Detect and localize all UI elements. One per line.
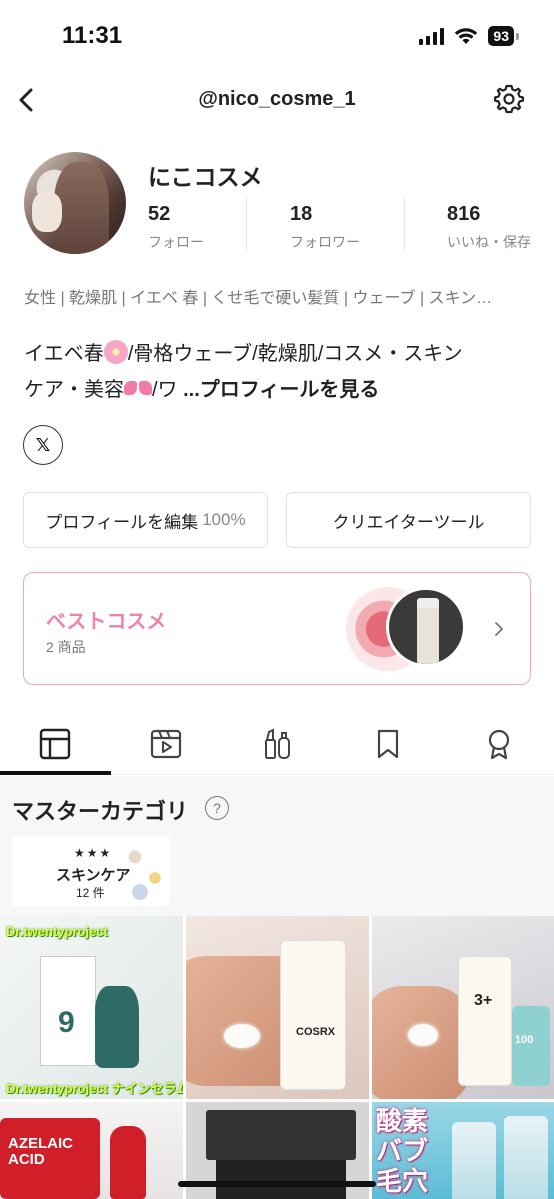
product-brand: COSRX xyxy=(296,1026,336,1038)
bio-text-1: イエベ春 xyxy=(24,343,104,365)
product-bottle xyxy=(512,1006,550,1086)
post-grid: Dr.twentyproject 9 Dr.twentyproject ナインセ… xyxy=(0,916,554,1199)
category-decoration xyxy=(120,836,170,906)
stat-likes-label: いいね・保存 xyxy=(447,234,531,250)
avatar[interactable] xyxy=(24,152,126,254)
status-bar: 11:31 93 xyxy=(0,0,554,72)
tab-awards[interactable] xyxy=(443,712,554,776)
product-image-tube xyxy=(386,587,466,667)
status-icons: 93 xyxy=(419,26,519,46)
palette-image xyxy=(206,1110,356,1160)
cream-swatch xyxy=(408,1024,438,1046)
creator-tools-button[interactable]: クリエイターツール xyxy=(286,492,531,548)
product-tube xyxy=(458,956,512,1086)
post-thumbnail[interactable]: Dr.twentyproject 9 Dr.twentyproject ナインセ… xyxy=(0,916,183,1099)
bio-text-2: /骨格ウェーブ/乾燥肌/コスメ・スキン xyxy=(127,343,463,365)
product-bottle xyxy=(504,1116,548,1199)
ribbon-emoji-icon xyxy=(124,379,152,399)
post-thumbnail[interactable]: AZELAIC ACID xyxy=(0,1102,183,1199)
gear-icon[interactable] xyxy=(492,82,526,116)
help-icon[interactable]: ? xyxy=(205,796,229,820)
stat-following[interactable]: 52 フォロー xyxy=(148,203,204,252)
bio-text-4: /ワ xyxy=(152,379,184,401)
signal-icon xyxy=(419,27,445,45)
best-cosme-card[interactable]: ベストコスメ 2 商品 xyxy=(23,572,531,685)
post-thumbnail[interactable]: COSRX xyxy=(186,916,369,1099)
wifi-icon xyxy=(455,28,478,44)
category-stars: ★★★ xyxy=(74,846,113,860)
product-tube xyxy=(280,940,346,1090)
post-caption-bottom: Dr.twentyproject ナインセラム xyxy=(6,1081,183,1096)
product-number: 9 xyxy=(58,1006,75,1039)
tab-cosmetics[interactable] xyxy=(222,712,333,776)
page-title: @nico_cosme_1 xyxy=(198,88,356,110)
flower-emoji-icon xyxy=(103,340,128,364)
category-card-skincare[interactable]: ★★★ スキンケア 12 件 xyxy=(12,836,170,906)
bookmark-icon xyxy=(377,729,398,759)
serum-bottle xyxy=(95,986,139,1068)
palette-case xyxy=(216,1160,346,1199)
stat-likes-value: 816 xyxy=(447,203,481,225)
divider xyxy=(246,198,247,250)
see-profile-link[interactable]: ...プロフィールを見る xyxy=(183,379,379,401)
post-thumbnail[interactable]: 酸素バブ 毛穴ス xyxy=(372,1102,554,1199)
cosmetics-icon xyxy=(264,728,290,759)
status-time: 11:31 xyxy=(62,22,123,49)
best-cosme-title: ベストコスメ xyxy=(46,611,167,633)
nav-bar: @nico_cosme_1 xyxy=(0,72,554,128)
product-bottle xyxy=(452,1122,496,1199)
product-number-2: 100 xyxy=(515,1034,534,1046)
edit-profile-label: プロフィールを編集 xyxy=(45,512,199,532)
cream-swatch xyxy=(224,1024,260,1048)
battery-icon: 93 xyxy=(488,26,519,46)
grid-icon xyxy=(40,728,71,760)
category-count: 12 件 xyxy=(76,886,105,900)
award-icon xyxy=(488,729,509,760)
stat-followers-label: フォロワー xyxy=(290,234,360,250)
stat-likes[interactable]: 816 いいね・保存 xyxy=(447,203,531,252)
active-tab-indicator xyxy=(0,771,111,775)
bio-text-3: ケア・美容 xyxy=(24,379,124,401)
master-category-section: マスターカテゴリ ? ★★★ スキンケア 12 件 xyxy=(0,776,554,916)
video-icon xyxy=(151,729,182,759)
post-thumbnail[interactable]: 3+ 100 xyxy=(372,916,554,1099)
best-cosme-count: 2 商品 xyxy=(46,639,86,655)
tab-saved[interactable] xyxy=(332,712,443,776)
product-number: 3+ xyxy=(474,992,493,1009)
stat-followers[interactable]: 18 フォロワー xyxy=(290,203,360,252)
stat-followers-value: 18 xyxy=(290,203,313,225)
post-overlay-text: 酸素バブ 毛穴ス xyxy=(376,1106,429,1199)
product-bottle xyxy=(110,1126,146,1199)
master-category-title: マスターカテゴリ xyxy=(12,799,189,824)
divider xyxy=(404,198,405,250)
edit-profile-button[interactable]: プロフィールを編集 100% xyxy=(23,492,268,548)
tab-posts[interactable] xyxy=(0,712,111,776)
chevron-right-icon xyxy=(495,622,504,636)
profile-name: にこコスメ xyxy=(148,164,263,190)
x-link-icon[interactable]: 𝕏 xyxy=(23,425,63,465)
stat-following-label: フォロー xyxy=(148,234,204,250)
profile-tags[interactable]: 女性 | 乾燥肌 | イエベ 春 | くせ毛で硬い髪質 | ウェーブ | スキン… xyxy=(24,284,534,308)
edit-profile-percent: 100% xyxy=(202,510,246,529)
profile-bio[interactable]: イエベ春/骨格ウェーブ/乾燥肌/コスメ・スキン ケア・美容/ワ ...プロフィー… xyxy=(24,336,534,408)
product-text: AZELAIC ACID xyxy=(8,1135,73,1168)
home-indicator[interactable] xyxy=(178,1181,376,1187)
stat-following-value: 52 xyxy=(148,203,171,225)
post-caption-top: Dr.twentyproject xyxy=(6,924,108,939)
tab-videos[interactable] xyxy=(111,712,222,776)
profile-tabs xyxy=(0,712,554,776)
